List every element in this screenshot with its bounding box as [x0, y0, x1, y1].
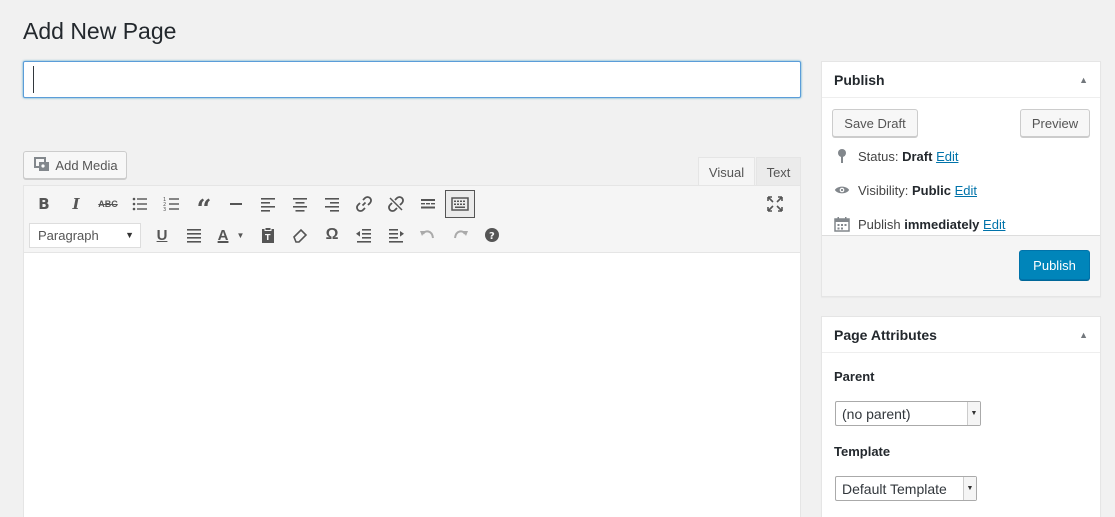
add-media-button[interactable]: Add Media [23, 151, 127, 179]
publish-actions: Publish [822, 235, 1100, 296]
calendar-icon [834, 216, 850, 232]
publish-value: immediately [904, 216, 980, 232]
edit-status-link[interactable]: Edit [936, 149, 958, 164]
text-color-icon[interactable]: A ▼ [211, 221, 251, 249]
template-label: Template [834, 444, 891, 459]
chevron-down-icon: ▼ [236, 230, 245, 240]
eye-icon [834, 182, 850, 198]
bullet-list-icon[interactable] [125, 190, 155, 218]
bold-icon[interactable]: B [29, 190, 59, 218]
publish-button[interactable]: Publish [1019, 250, 1090, 280]
underline-icon[interactable]: U [147, 221, 177, 249]
publish-date-row: Publish immediately Edit [834, 216, 1005, 232]
editor-content-area[interactable] [24, 253, 800, 517]
blockquote-icon[interactable]: “ [189, 190, 219, 223]
distraction-free-icon[interactable] [760, 190, 790, 218]
undo-icon[interactable] [413, 221, 443, 249]
svg-text:?: ? [489, 231, 495, 242]
unlink-icon[interactable] [381, 190, 411, 218]
content-editor: B I ABC 123 “ Paragraph ▼ U A ▼ T Ω ? [23, 185, 801, 517]
clear-formatting-icon[interactable] [285, 221, 315, 249]
visibility-value: Public [911, 182, 951, 198]
editor-toolbar: B I ABC 123 “ Paragraph ▼ U A ▼ T Ω ? [24, 186, 800, 253]
format-select-value: Paragraph [38, 227, 99, 243]
publish-box-header[interactable]: Publish ▲ [822, 62, 1100, 98]
page-attributes-header[interactable]: Page Attributes ▲ [822, 317, 1100, 353]
indent-icon[interactable] [381, 221, 411, 249]
save-draft-button[interactable]: Save Draft [832, 109, 918, 137]
numbered-list-icon[interactable]: 123 [157, 190, 187, 218]
tab-text[interactable]: Text [756, 157, 801, 186]
preview-button[interactable]: Preview [1020, 109, 1090, 137]
format-select[interactable]: Paragraph ▼ [29, 222, 141, 248]
paste-text-icon[interactable]: T [253, 221, 283, 249]
parent-label: Parent [834, 369, 875, 384]
justify-icon[interactable] [179, 221, 209, 249]
toolbar-toggle-icon[interactable] [445, 190, 475, 218]
toolbar-row-1: B I ABC 123 “ [29, 189, 477, 223]
page-attributes-box: Page Attributes ▲ Parent (no parent) ▼ T… [821, 316, 1101, 517]
pin-icon [834, 148, 850, 164]
chevron-down-icon: ▼ [963, 477, 976, 500]
publish-box-title: Publish [834, 71, 885, 88]
outdent-icon[interactable] [349, 221, 379, 249]
collapse-arrow-icon[interactable]: ▲ [1079, 330, 1088, 340]
svg-text:T: T [265, 233, 271, 242]
title-input[interactable] [23, 61, 801, 98]
add-media-label: Add Media [55, 157, 118, 173]
align-right-icon[interactable] [317, 190, 347, 218]
strikethrough-icon[interactable]: ABC [93, 190, 123, 218]
status-label: Status: [858, 148, 899, 164]
publish-label: Publish [858, 216, 901, 232]
help-icon[interactable]: ? [477, 221, 507, 249]
special-character-icon[interactable]: Ω [317, 221, 347, 249]
parent-select-value: (no parent) [842, 405, 911, 422]
redo-icon[interactable] [445, 221, 475, 249]
svg-text:3: 3 [163, 207, 166, 213]
tab-visual[interactable]: Visual [698, 157, 755, 186]
visibility-label: Visibility: [858, 182, 909, 198]
collapse-arrow-icon[interactable]: ▲ [1079, 75, 1088, 85]
edit-visibility-link[interactable]: Edit [955, 183, 977, 198]
chevron-down-icon: ▼ [125, 230, 134, 240]
page-attributes-title: Page Attributes [834, 326, 937, 343]
chevron-down-icon: ▼ [967, 402, 980, 425]
edit-publish-date-link[interactable]: Edit [983, 217, 1005, 232]
italic-icon[interactable]: I [61, 190, 91, 218]
status-row: Status: Draft Edit [834, 148, 958, 164]
media-icon [34, 156, 50, 175]
visibility-row: Visibility: Public Edit [834, 182, 977, 198]
insert-link-icon[interactable] [349, 190, 379, 218]
parent-select[interactable]: (no parent) ▼ [835, 401, 981, 426]
align-left-icon[interactable] [253, 190, 283, 218]
toolbar-row-2: Paragraph ▼ U A ▼ T Ω ? [29, 220, 509, 250]
align-center-icon[interactable] [285, 190, 315, 218]
horizontal-line-icon[interactable] [221, 190, 251, 218]
publish-box: Publish ▲ Save Draft Preview Status: Dra… [821, 61, 1101, 297]
status-value: Draft [902, 148, 933, 164]
text-caret [33, 66, 34, 93]
read-more-icon[interactable] [413, 190, 443, 218]
page-title: Add New Page [23, 18, 177, 44]
template-select[interactable]: Default Template ▼ [835, 476, 977, 501]
template-select-value: Default Template [842, 480, 947, 497]
